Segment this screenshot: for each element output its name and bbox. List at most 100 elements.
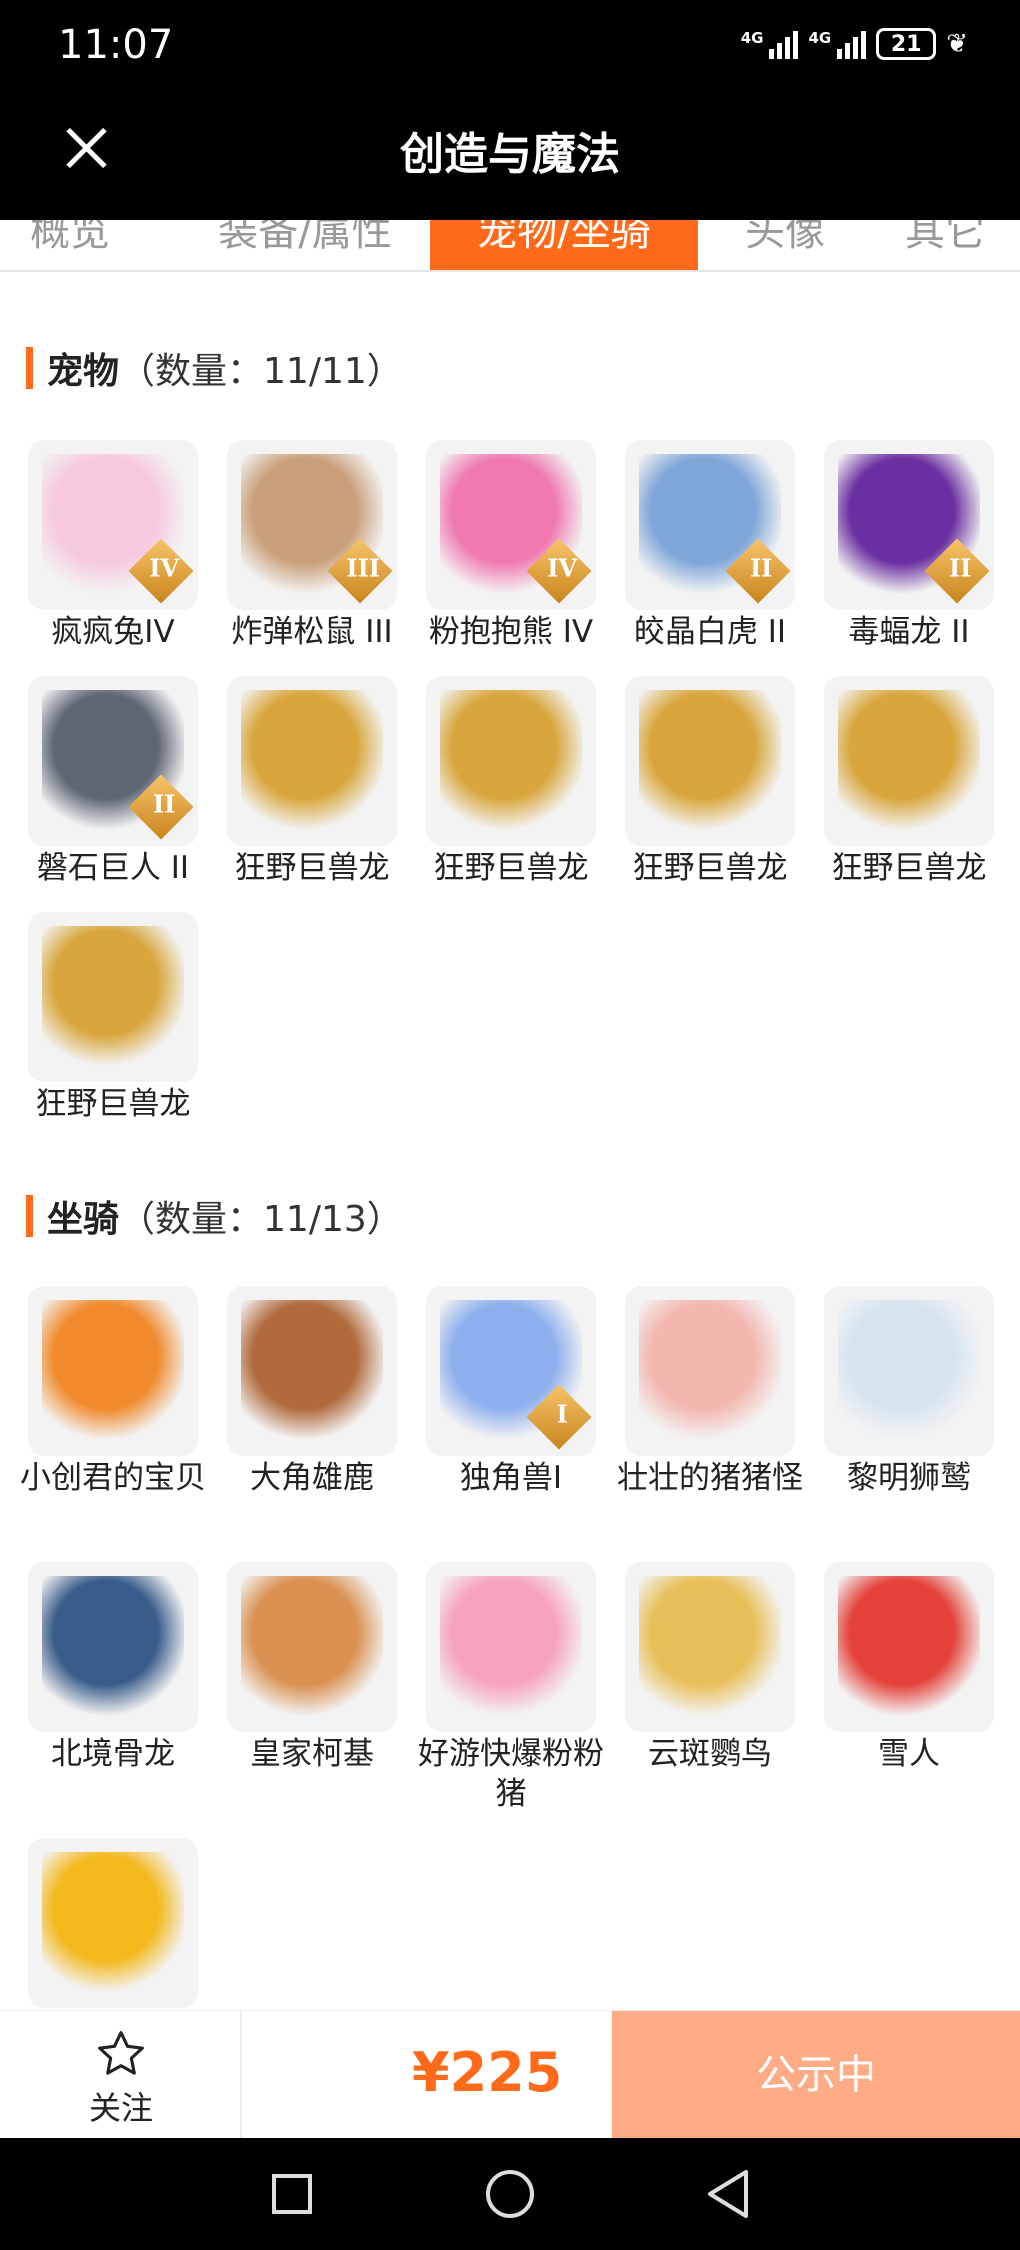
follow-button[interactable]: 关注 [0, 2011, 242, 2139]
item-label: 黎明狮鹫 [847, 1460, 971, 1496]
grid-item[interactable]: 狂野巨兽龙 [426, 676, 596, 888]
grid-item[interactable]: III 炸弹松鼠 III [227, 440, 397, 652]
item-thumbnail: I [426, 1286, 596, 1456]
grid-item[interactable]: 黎明狮鹫 [824, 1286, 994, 1498]
pets-section-title: 宠物 （数量：11/11） [26, 344, 403, 392]
parrot-icon [639, 1576, 781, 1718]
item-thumbnail: III [227, 440, 397, 610]
bone-dragon-icon [42, 1576, 184, 1718]
grid-item[interactable]: IV 疯疯兔IV [28, 440, 198, 652]
mounts-section-title: 坐骑 （数量：11/13） [26, 1192, 403, 1240]
item-label: 狂野巨兽龙 [35, 1086, 191, 1122]
grid-item[interactable] [28, 1838, 198, 2010]
item-label: 云斑鹦鸟 [648, 1736, 772, 1772]
item-label: 好游快爆粉粉猪 [418, 1736, 604, 1812]
item-thumbnail [824, 676, 994, 846]
signal-icon: 4G [741, 29, 799, 59]
item-label: 大角雄鹿 [250, 1460, 374, 1496]
golden-pig-icon [42, 1852, 184, 1994]
item-label: 粉抱抱熊 IV [428, 614, 594, 650]
dragon-icon [639, 690, 781, 832]
tab-other[interactable]: 其它 [870, 220, 1020, 270]
item-thumbnail [625, 1286, 795, 1456]
corgi-icon [241, 1576, 383, 1718]
grid-item[interactable]: II 毒蝠龙 II [824, 440, 994, 652]
item-label: 独角兽I [459, 1460, 563, 1496]
item-thumbnail [824, 1286, 994, 1456]
grid-item[interactable]: 雪人 [824, 1562, 994, 1774]
item-thumbnail [28, 1286, 198, 1456]
item-thumbnail [28, 1838, 198, 2008]
grid-item[interactable]: I 独角兽I [426, 1286, 596, 1498]
star-icon [98, 2031, 144, 2075]
item-thumbnail: IV [426, 440, 596, 610]
grid-item[interactable]: 好游快爆粉粉猪 [418, 1562, 604, 1814]
dragon-icon [440, 690, 582, 832]
grid-item[interactable]: 皇家柯基 [227, 1562, 397, 1774]
item-label: 炸弹松鼠 III [231, 614, 393, 650]
snowman-icon [838, 1576, 980, 1718]
item-label: 毒蝠龙 II [848, 614, 970, 650]
grid-item[interactable]: 小创君的宝贝 [20, 1286, 206, 1498]
item-label: 皇家柯基 [250, 1736, 374, 1772]
title-accent [26, 347, 33, 389]
pink-pig-icon [440, 1576, 582, 1718]
page-title: 创造与魔法 [400, 129, 620, 180]
tab-pets-mounts[interactable]: 宠物/坐骑 [430, 220, 698, 270]
public-notice-button[interactable]: 公示中 [612, 2011, 1020, 2139]
back-icon[interactable] [702, 2168, 752, 2220]
item-label: 狂野巨兽龙 [433, 850, 589, 886]
item-thumbnail: IV [28, 440, 198, 610]
item-label: 北境骨龙 [51, 1736, 175, 1772]
tab-overview[interactable]: 概览 [0, 220, 160, 270]
grid-item[interactable]: 云斑鹦鸟 [625, 1562, 795, 1774]
item-thumbnail [625, 676, 795, 846]
title-accent [26, 1195, 33, 1237]
tab-avatar[interactable]: 头像 [720, 220, 850, 270]
item-label: 小创君的宝贝 [20, 1460, 206, 1496]
item-thumbnail [227, 1286, 397, 1456]
item-thumbnail [28, 1562, 198, 1732]
grid-item[interactable]: II 磐石巨人 II [28, 676, 198, 888]
item-label: 雪人 [878, 1736, 940, 1772]
status-time: 11:07 [58, 22, 174, 68]
signal-icon: 4G [808, 29, 867, 59]
grid-item[interactable]: IV 粉抱抱熊 IV [426, 440, 596, 652]
item-label: 壮壮的猪猪怪 [617, 1460, 803, 1496]
header: 创造与魔法 [0, 100, 1020, 220]
item-thumbnail [227, 1562, 397, 1732]
item-thumbnail [227, 676, 397, 846]
item-thumbnail [824, 1562, 994, 1732]
dragon-icon [241, 690, 383, 832]
pig-icon [639, 1300, 781, 1442]
grid-item[interactable]: 狂野巨兽龙 [227, 676, 397, 888]
bottom-action-bar: 关注 ¥225 公示中 [0, 2010, 1020, 2139]
item-label: 皎晶白虎 II [633, 614, 787, 650]
tab-bar: 概览 装备/属性 宠物/坐骑 头像 其它 [0, 220, 1020, 272]
item-thumbnail: II [625, 440, 795, 610]
phoenix-icon [42, 1300, 184, 1442]
battery-icon: 21 [876, 28, 937, 60]
item-thumbnail [426, 676, 596, 846]
item-label: 狂野巨兽龙 [831, 850, 987, 886]
grid-item[interactable]: 狂野巨兽龙 [625, 676, 795, 888]
home-icon[interactable] [486, 2170, 534, 2218]
recent-apps-icon[interactable] [272, 2174, 312, 2214]
item-thumbnail [426, 1562, 596, 1732]
grid-item[interactable]: 狂野巨兽龙 [28, 912, 198, 1124]
leaf-icon: ❦ [946, 29, 968, 59]
grid-item[interactable]: 壮壮的猪猪怪 [617, 1286, 803, 1498]
dragon-icon [42, 926, 184, 1068]
item-thumbnail [28, 912, 198, 1082]
grid-item[interactable]: 北境骨龙 [28, 1562, 198, 1774]
item-label: 磐石巨人 II [36, 850, 190, 886]
price: ¥225 [412, 2041, 563, 2104]
item-label: 狂野巨兽龙 [632, 850, 788, 886]
tab-equipment[interactable]: 装备/属性 [190, 220, 420, 270]
item-thumbnail: II [28, 676, 198, 846]
item-thumbnail: II [824, 440, 994, 610]
grid-item[interactable]: 狂野巨兽龙 [824, 676, 994, 888]
grid-item[interactable]: 大角雄鹿 [227, 1286, 397, 1498]
grid-item[interactable]: II 皎晶白虎 II [625, 440, 795, 652]
item-label: 疯疯兔IV [51, 614, 175, 650]
